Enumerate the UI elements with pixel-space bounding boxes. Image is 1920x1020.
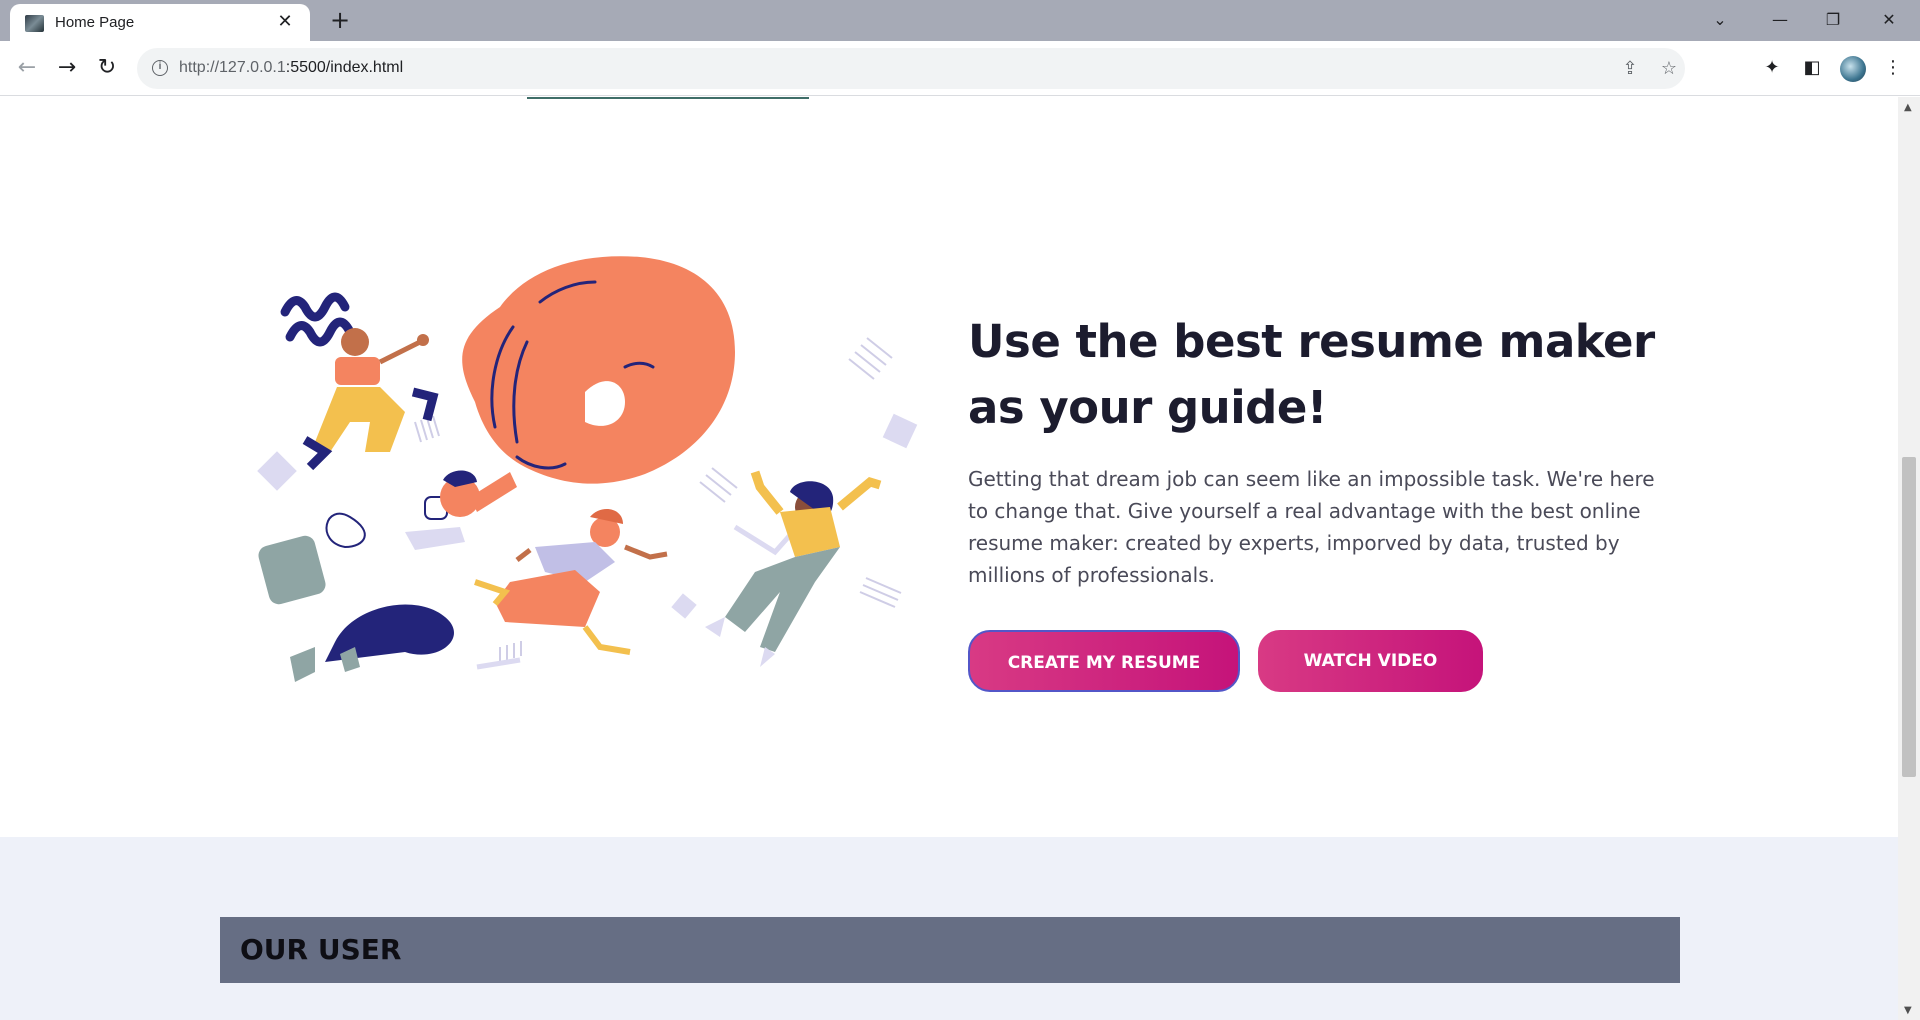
url-text[interactable]: http://127.0.0.1:5500/index.html <box>179 59 403 77</box>
tab-favicon-icon <box>25 15 44 32</box>
profile-avatar[interactable] <box>1840 56 1866 82</box>
section-divider-line <box>527 97 809 99</box>
restore-button[interactable]: ❐ <box>1818 6 1848 34</box>
browser-tab-strip: Home Page ✕ + ⌄ — ❐ ✕ <box>0 0 1920 41</box>
our-user-title: OUR USER <box>240 933 402 966</box>
scrollbar-thumb[interactable] <box>1902 457 1916 777</box>
tab-title: Home Page <box>55 14 135 31</box>
browser-tab[interactable]: Home Page ✕ <box>10 4 310 41</box>
hero-description: Getting that dream job can seem like an … <box>968 467 1655 587</box>
scroll-down-arrow-icon[interactable]: ▼ <box>1904 1005 1912 1016</box>
site-info-icon[interactable]: i <box>152 60 168 76</box>
create-my-resume-button[interactable]: CREATE MY RESUME <box>968 630 1240 692</box>
tab-close-icon[interactable]: ✕ <box>274 11 296 33</box>
our-user-section: OUR USER <box>0 837 1898 1020</box>
forward-arrow-icon[interactable]: → <box>52 53 82 83</box>
bookmark-star-icon[interactable]: ☆ <box>1656 56 1682 82</box>
back-arrow-icon[interactable]: ← <box>12 53 42 83</box>
new-tab-button[interactable]: + <box>327 8 353 34</box>
watch-video-button[interactable]: WATCH VIDEO <box>1258 630 1483 692</box>
reload-icon[interactable]: ↻ <box>92 53 122 83</box>
address-bar[interactable]: i http://127.0.0.1:5500/index.html ⇪ ☆ <box>137 48 1685 89</box>
window-close-button[interactable]: ✕ <box>1874 6 1904 34</box>
minimize-button[interactable]: — <box>1765 6 1795 34</box>
page-scrollbar[interactable]: ▲ ▼ <box>1898 97 1920 1020</box>
side-panel-icon[interactable]: ◧ <box>1798 54 1826 82</box>
scroll-up-arrow-icon[interactable]: ▲ <box>1904 102 1912 113</box>
hero-title: Use the best resume maker as your guide! <box>968 309 1668 441</box>
hero-title-line-1: Use the best resume maker <box>968 315 1655 368</box>
hero-title-line-2: as your guide! <box>968 381 1327 434</box>
hero-illustration <box>257 256 918 682</box>
browser-toolbar: ← → ↻ i http://127.0.0.1:5500/index.html… <box>0 41 1920 96</box>
hero-text-block: Use the best resume maker as your guide!… <box>968 309 1668 591</box>
our-user-header-bar: OUR USER <box>220 917 1680 983</box>
tab-search-chevron-icon[interactable]: ⌄ <box>1705 6 1735 34</box>
extensions-puzzle-icon[interactable]: ✦ <box>1758 54 1786 82</box>
share-icon[interactable]: ⇪ <box>1617 56 1643 82</box>
browser-menu-icon[interactable]: ⋮ <box>1879 54 1907 82</box>
page-viewport: Use the best resume maker as your guide!… <box>0 97 1920 1020</box>
